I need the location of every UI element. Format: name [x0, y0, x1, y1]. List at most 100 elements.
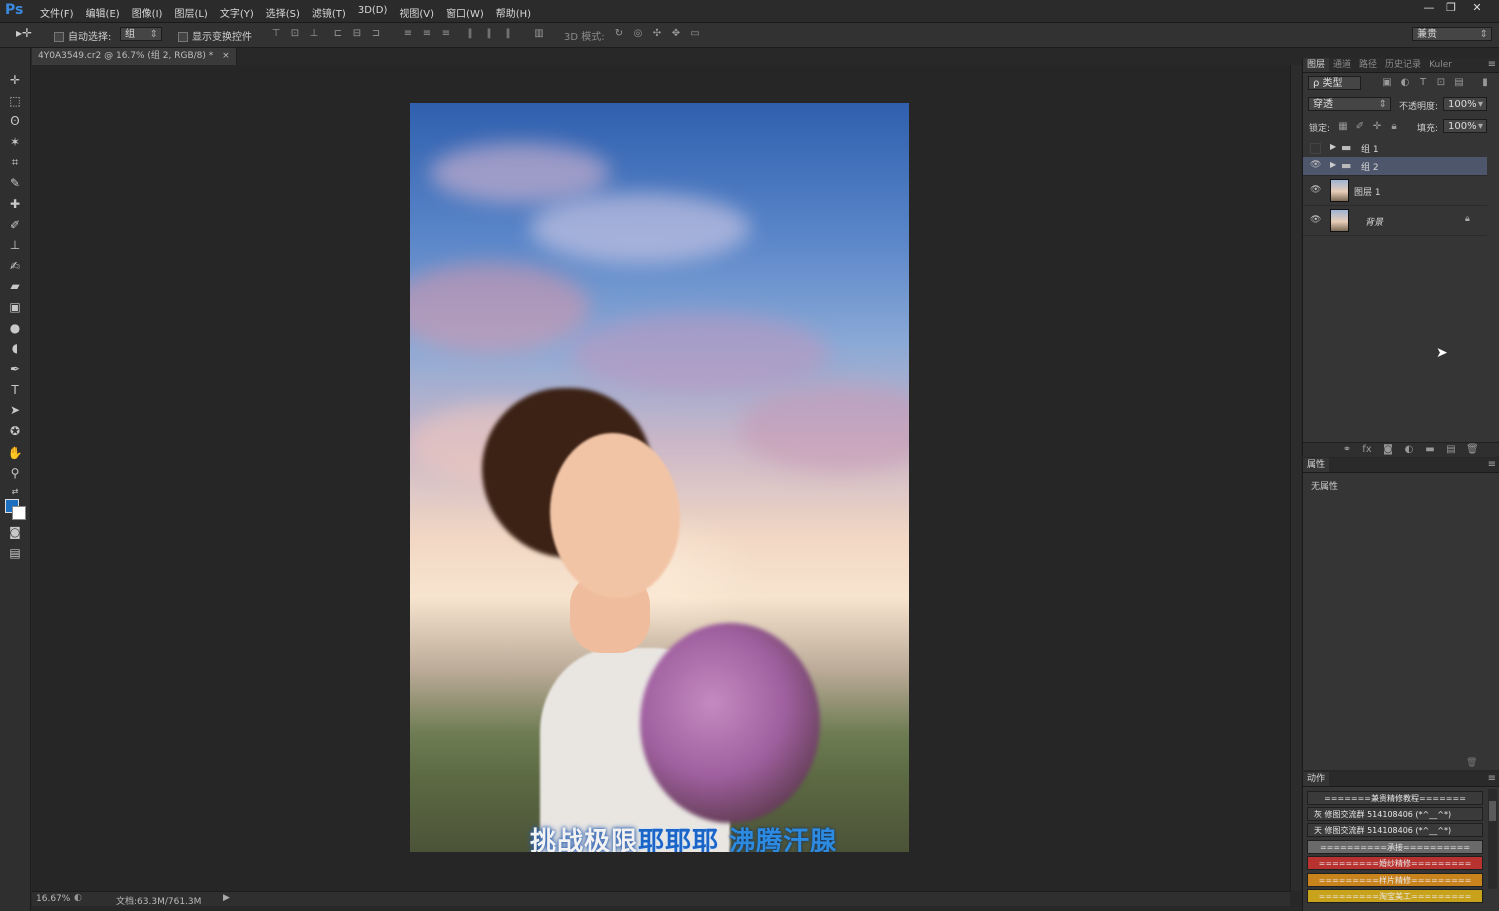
action-item[interactable]: =======兼贵精修教程======= [1307, 791, 1483, 805]
group-expand-icon[interactable]: ▶ [1330, 160, 1336, 169]
lock-transparent-icon[interactable]: ▦ [1337, 122, 1349, 132]
lock-position-icon[interactable]: ✛ [1371, 122, 1383, 132]
tab-paths[interactable]: 路径 [1355, 58, 1381, 72]
crop-tool-icon[interactable]: ⌗ [7, 154, 23, 170]
menu-3d[interactable]: 3D(D) [352, 5, 394, 20]
brush-tool-icon[interactable]: ✐ [7, 217, 23, 233]
layer-filter-dropdown[interactable]: ρ 类型 [1308, 76, 1361, 90]
filter-adjustment-icon[interactable]: ◐ [1399, 78, 1411, 88]
distribute-left-icon[interactable]: ‖ [464, 29, 476, 39]
status-menu-arrow-icon[interactable]: ▶ [223, 893, 230, 903]
tab-kuler[interactable]: Kuler [1425, 58, 1456, 72]
hand-tool-icon[interactable]: ✋ [7, 445, 23, 461]
layer-row-layer-1[interactable]: 👁︎ 图层 1 [1303, 175, 1487, 206]
zoom-level[interactable]: 16.67% [36, 894, 70, 904]
filter-type-icon[interactable]: T [1417, 78, 1429, 88]
3d-rotate-icon[interactable]: ↻ [613, 29, 625, 39]
action-item[interactable]: =========淘宝美工========= [1307, 889, 1483, 903]
filter-pixel-icon[interactable]: ▣ [1381, 78, 1393, 88]
auto-select-dropdown[interactable]: 组 ⇕ [120, 27, 162, 41]
action-item[interactable]: ==========承接========== [1307, 840, 1483, 854]
document-canvas-image[interactable]: 挑战极限耶耶耶 沸腾汗腺 [410, 103, 909, 852]
distribute-bottom-icon[interactable]: ≡ [440, 29, 452, 39]
zoom-tool-icon[interactable]: ⚲ [7, 465, 23, 481]
3d-slide-icon[interactable]: ✥ [670, 29, 682, 39]
restore-button[interactable]: ❐ [1440, 0, 1462, 18]
layer-style-icon[interactable]: fx [1361, 445, 1373, 455]
move-tool-icon[interactable]: ▸✛ [16, 26, 32, 40]
minimize-button[interactable]: — [1418, 0, 1440, 18]
blur-tool-icon[interactable]: ● [7, 320, 23, 336]
panel-menu-icon[interactable]: ≡ [1488, 458, 1499, 472]
eraser-tool-icon[interactable]: ▰ [7, 278, 23, 294]
panel-menu-icon[interactable]: ≡ [1488, 58, 1499, 72]
adjustment-layer-icon[interactable]: ◐ [1403, 445, 1415, 455]
filter-shape-icon[interactable]: ⊡ [1435, 78, 1447, 88]
swap-colors-icon[interactable]: ⇄ [7, 484, 23, 500]
distribute-vcenter-icon[interactable]: ≡ [421, 29, 433, 39]
screen-mode-icon[interactable]: ▤ [7, 545, 23, 561]
layer-name[interactable]: 图层 1 [1354, 185, 1381, 198]
menu-layer[interactable]: 图层(L) [168, 5, 213, 20]
tab-close-icon[interactable]: × [222, 51, 230, 61]
eye-icon[interactable]: 👁︎ [1310, 215, 1321, 225]
layer-name[interactable]: 组 1 [1361, 142, 1379, 155]
distribute-hcenter-icon[interactable]: ‖ [483, 29, 495, 39]
background-color-swatch[interactable] [12, 506, 26, 520]
delete-layer-icon[interactable]: 🗑︎ [1466, 445, 1479, 455]
lock-all-icon[interactable]: 🔒︎ [1388, 122, 1400, 132]
distribute-top-icon[interactable]: ≡ [402, 29, 414, 39]
action-item[interactable]: =========样片精修========= [1307, 873, 1483, 887]
document-tab[interactable]: 4Y0A3549.cr2 @ 16.7% (组 2, RGB/8) * × [32, 48, 237, 65]
magic-wand-tool-icon[interactable]: ✶ [7, 134, 23, 150]
new-layer-icon[interactable]: ▤ [1445, 445, 1457, 455]
align-right-icon[interactable]: ⊐ [370, 29, 382, 39]
add-mask-icon[interactable]: ◙ [1382, 445, 1394, 455]
menu-file[interactable]: 文件(F) [34, 5, 80, 20]
healing-brush-tool-icon[interactable]: ✚ [7, 196, 23, 212]
opacity-input[interactable]: 100% ▾ [1443, 97, 1487, 111]
eye-icon[interactable]: 👁︎ [1310, 185, 1321, 195]
new-group-icon[interactable]: ▬ [1424, 445, 1436, 455]
menu-window[interactable]: 窗口(W) [440, 5, 490, 20]
gradient-tool-icon[interactable]: ▣ [7, 299, 23, 315]
layer-row-group-2[interactable]: 👁︎ ▶ ▬ 组 2 [1303, 157, 1487, 176]
eyedropper-tool-icon[interactable]: ✎ [7, 175, 23, 191]
menu-filter[interactable]: 滤镜(T) [306, 5, 352, 20]
status-info-icon[interactable]: ◐ [74, 893, 82, 903]
path-selection-tool-icon[interactable]: ➤ [7, 402, 23, 418]
menu-type[interactable]: 文字(Y) [214, 5, 260, 20]
menu-help[interactable]: 帮助(H) [490, 5, 537, 20]
filter-smart-object-icon[interactable]: ▤ [1453, 78, 1465, 88]
align-top-icon[interactable]: ⊤ [270, 29, 282, 39]
tab-actions[interactable]: 动作 [1303, 772, 1330, 786]
auto-select-checkbox[interactable]: 自动选择: [54, 28, 111, 43]
3d-roll-icon[interactable]: ◎ [632, 29, 644, 39]
menu-image[interactable]: 图像(I) [126, 5, 169, 20]
dodge-tool-icon[interactable]: ◖ [7, 340, 23, 356]
menu-select[interactable]: 选择(S) [260, 5, 306, 20]
action-item[interactable]: 天 修图交流群 514108406 (*^__^*) [1307, 823, 1483, 837]
eye-icon[interactable]: 👁︎ [1310, 160, 1321, 170]
shape-tool-icon[interactable]: ✪ [7, 423, 23, 439]
pen-tool-icon[interactable]: ✒ [7, 361, 23, 377]
align-hcenter-icon[interactable]: ⊟ [351, 29, 363, 39]
menu-edit[interactable]: 编辑(E) [80, 5, 126, 20]
marquee-tool-icon[interactable]: ⬚ [7, 93, 23, 109]
action-item[interactable]: 灰 修图交流群 514108406 (*^__^*) [1307, 807, 1483, 821]
layer-name[interactable]: 背景 [1365, 215, 1383, 228]
canvas-vertical-scrollbar[interactable] [1290, 65, 1301, 891]
layer-row-background[interactable]: 👁︎ 背景 🔒︎ [1303, 205, 1487, 236]
align-bottom-icon[interactable]: ⊥ [308, 29, 320, 39]
3d-drag-icon[interactable]: ✣ [651, 29, 663, 39]
tab-properties[interactable]: 属性 [1303, 458, 1330, 472]
workspace-dropdown[interactable]: 兼贵 ⇕ [1412, 27, 1492, 41]
fill-input[interactable]: 100% ▾ [1443, 119, 1487, 133]
tab-channels[interactable]: 通道 [1329, 58, 1355, 72]
action-item[interactable]: =========婚纱精修========= [1307, 856, 1483, 870]
link-layers-icon[interactable]: ⚭ [1341, 445, 1353, 455]
move-tool-icon[interactable]: ✛ [7, 72, 23, 88]
properties-trash-icon[interactable]: 🗑︎ [1466, 758, 1477, 768]
visibility-toggle-off[interactable] [1310, 143, 1321, 154]
layer-name[interactable]: 组 2 [1361, 160, 1379, 173]
